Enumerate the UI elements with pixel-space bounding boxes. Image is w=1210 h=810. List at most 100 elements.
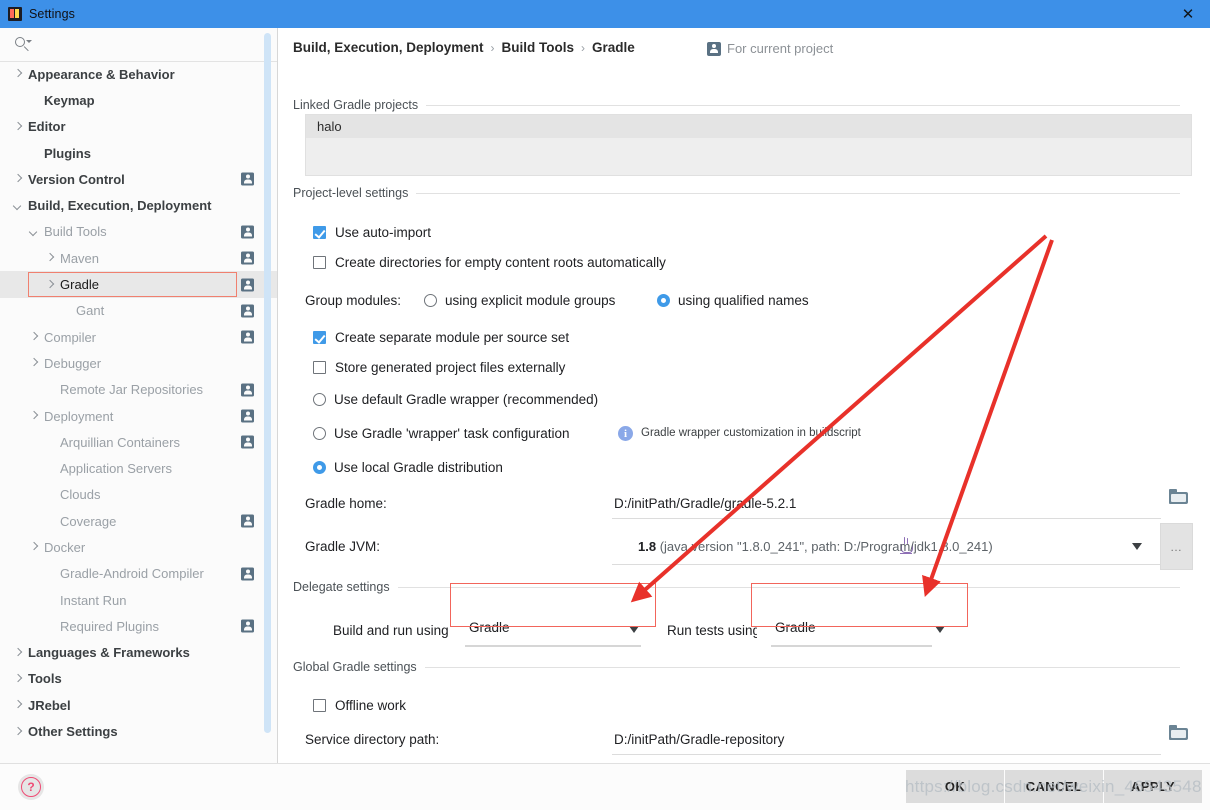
global-group-header: Global Gradle settings: [293, 660, 1198, 674]
sidebar-item-version-control[interactable]: Version Control: [0, 166, 277, 192]
gradle-home-value[interactable]: D:/initPath/Gradle/gradle-5.2.1: [614, 496, 796, 511]
sidebar-item-gant[interactable]: Gant: [0, 298, 277, 324]
delegate-group-label: Delegate settings: [293, 580, 390, 594]
service-directory-value[interactable]: D:/initPath/Gradle-repository: [614, 732, 784, 747]
sidebar-item-other-settings[interactable]: Other Settings: [0, 718, 277, 744]
chevron-down-icon[interactable]: [12, 200, 24, 212]
radio-button[interactable]: [313, 427, 326, 440]
chevron-right-icon[interactable]: [12, 673, 24, 685]
settings-main-panel: Build, Execution, Deployment › Build Too…: [279, 28, 1210, 763]
run-tests-dropdown[interactable]: Gradle: [757, 611, 946, 655]
sidebar-item-label: Gradle: [60, 277, 100, 293]
chevron-right-icon[interactable]: [28, 331, 40, 343]
checkbox-box[interactable]: [313, 256, 326, 269]
list-item[interactable]: halo: [306, 115, 1191, 138]
chevron-down-icon[interactable]: [629, 626, 639, 633]
chevron-right-icon[interactable]: [28, 357, 40, 369]
chevron-right-icon[interactable]: [12, 173, 24, 185]
chevron-down-icon[interactable]: [28, 226, 40, 238]
person-icon: [241, 514, 254, 528]
sidebar-item-required-plugins[interactable]: Required Plugins: [0, 613, 277, 639]
use-default-wrapper-radio[interactable]: Use default Gradle wrapper (recommended): [313, 392, 598, 407]
folder-icon[interactable]: [1169, 725, 1188, 740]
search-row[interactable]: [0, 27, 277, 62]
checkbox-box[interactable]: [313, 226, 326, 239]
sidebar-item-appearance-behavior[interactable]: Appearance & Behavior: [0, 61, 277, 87]
sidebar-item-editor[interactable]: Editor: [0, 114, 277, 140]
sidebar-item-compiler[interactable]: Compiler: [0, 324, 277, 350]
checkbox-box[interactable]: [313, 699, 326, 712]
sidebar-item-deployment[interactable]: Deployment: [0, 403, 277, 429]
store-generated-checkbox[interactable]: Store generated project files externally: [313, 360, 565, 375]
person-icon: [241, 567, 254, 581]
sidebar-item-build-tools[interactable]: Build Tools: [0, 219, 277, 245]
chevron-right-icon[interactable]: [12, 726, 24, 738]
sidebar-item-label: Deployment: [44, 408, 114, 424]
chevron-down-icon[interactable]: [1132, 543, 1142, 550]
sidebar-item-label: Arquillian Containers: [60, 434, 180, 450]
checkbox-box[interactable]: [313, 331, 326, 344]
create-separate-module-checkbox[interactable]: Create separate module per source set: [313, 330, 569, 345]
sidebar-item-label: Editor: [28, 119, 66, 135]
chevron-right-icon[interactable]: [44, 252, 56, 264]
linked-projects-list[interactable]: halo: [305, 114, 1192, 176]
person-icon: [241, 278, 254, 292]
sidebar-item-clouds[interactable]: Clouds: [0, 482, 277, 508]
gradle-home-label: Gradle home:: [305, 496, 387, 511]
info-icon[interactable]: i: [618, 426, 633, 441]
sidebar-item-jrebel[interactable]: JRebel: [0, 692, 277, 718]
person-icon: [241, 304, 254, 318]
chevron-right-icon[interactable]: [44, 279, 56, 291]
sidebar-item-docker[interactable]: Docker: [0, 534, 277, 560]
group-modules-qualified-radio[interactable]: using qualified names: [657, 293, 809, 308]
sidebar-item-instant-run[interactable]: Instant Run: [0, 587, 277, 613]
sidebar-item-gradle-android-compiler[interactable]: Gradle-Android Compiler: [0, 561, 277, 587]
chevron-down-icon[interactable]: [935, 626, 945, 633]
build-and-run-dropdown[interactable]: Gradle: [451, 611, 655, 655]
sidebar-item-coverage[interactable]: Coverage: [0, 508, 277, 534]
chevron-right-icon[interactable]: [12, 647, 24, 659]
sidebar-item-arquillian-containers[interactable]: Arquillian Containers: [0, 429, 277, 455]
chevron-right-icon[interactable]: [12, 699, 24, 711]
use-wrapper-task-radio[interactable]: Use Gradle 'wrapper' task configuration: [313, 426, 570, 441]
sidebar-item-tools[interactable]: Tools: [0, 666, 277, 692]
group-modules-explicit-radio[interactable]: using explicit module groups: [424, 293, 615, 308]
sidebar-item-gradle[interactable]: Gradle: [0, 271, 277, 298]
sidebar-item-application-servers[interactable]: Application Servers: [0, 455, 277, 481]
project-level-group-label: Project-level settings: [293, 186, 409, 200]
breadcrumb-part-3[interactable]: Gradle: [592, 40, 635, 55]
sidebar-item-label: Coverage: [60, 513, 117, 529]
chevron-right-icon[interactable]: [28, 410, 40, 422]
sidebar-item-remote-jar-repositories[interactable]: Remote Jar Repositories: [0, 377, 277, 403]
sidebar-item-debugger[interactable]: Debugger: [0, 350, 277, 376]
offline-work-checkbox[interactable]: Offline work: [313, 698, 406, 713]
use-local-distribution-radio[interactable]: Use local Gradle distribution: [313, 460, 503, 475]
sidebar-scrollbar[interactable]: [264, 33, 271, 733]
radio-button[interactable]: [657, 294, 670, 307]
chevron-right-icon[interactable]: [12, 121, 24, 133]
sidebar-item-label: Application Servers: [60, 461, 172, 477]
chevron-right-icon[interactable]: [28, 541, 40, 553]
gradle-jvm-value[interactable]: 1.8 (java version "1.8.0_241", path: D:/…: [638, 539, 993, 554]
chevron-right-icon[interactable]: [12, 68, 24, 80]
sidebar-item-maven[interactable]: Maven: [0, 245, 277, 271]
help-button[interactable]: ?: [18, 774, 44, 800]
gradle-jvm-more-button[interactable]: …: [1160, 523, 1193, 570]
radio-button[interactable]: [313, 393, 326, 406]
use-auto-import-checkbox[interactable]: Use auto-import: [313, 225, 431, 240]
breadcrumb-part-1[interactable]: Build, Execution, Deployment: [293, 40, 484, 55]
breadcrumb-part-2[interactable]: Build Tools: [502, 40, 575, 55]
sidebar-item-keymap[interactable]: Keymap: [0, 87, 277, 113]
sidebar-item-build-execution-deployment[interactable]: Build, Execution, Deployment: [0, 192, 277, 218]
checkbox-box[interactable]: [313, 361, 326, 374]
radio-button[interactable]: [424, 294, 437, 307]
folder-icon[interactable]: [1169, 489, 1188, 504]
sidebar-item-plugins[interactable]: Plugins: [0, 140, 277, 166]
radio-button[interactable]: [313, 461, 326, 474]
sidebar-item-languages-frameworks[interactable]: Languages & Frameworks: [0, 640, 277, 666]
search-input[interactable]: [32, 27, 277, 62]
create-directories-checkbox[interactable]: Create directories for empty content roo…: [313, 255, 666, 270]
sidebar-item-label: Plugins: [44, 145, 91, 161]
close-icon[interactable]: ✕: [1166, 0, 1210, 28]
